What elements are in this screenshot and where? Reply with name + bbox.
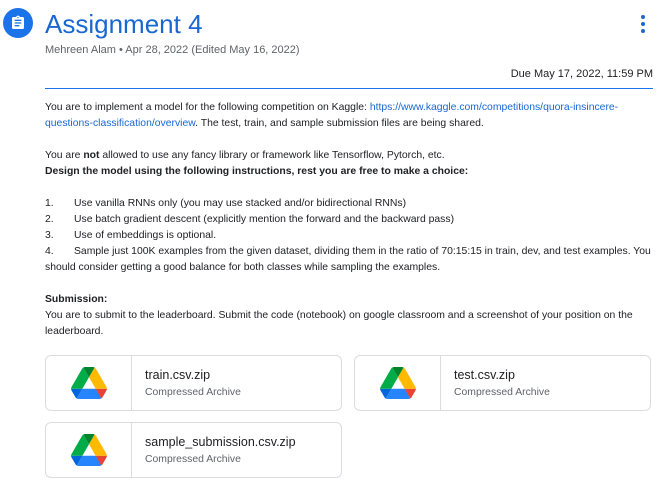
list-item: 1. Use vanilla RNNs only (you may use st…	[45, 198, 407, 209]
design-heading: Design the model using the following ins…	[45, 166, 469, 177]
header-divider	[45, 88, 653, 89]
due-date: Due May 17, 2022, 11:59 PM	[510, 68, 653, 80]
page-title: Assignment 4	[45, 9, 203, 39]
list-item: 2. Use batch gradient descent (explicitl…	[45, 214, 455, 225]
list-item: 4. Sample just 100K examples from the giv…	[45, 246, 651, 273]
intro-paragraph: You are to implement a model for the fol…	[45, 102, 619, 129]
google-drive-icon	[379, 367, 416, 399]
restriction-paragraph: You are not allowed to use any fancy lib…	[45, 150, 445, 161]
assignment-icon	[3, 8, 33, 38]
attachment-type: Compressed Archive	[145, 454, 241, 465]
attachment-type: Compressed Archive	[454, 387, 550, 398]
submission-heading: Submission:	[45, 294, 108, 305]
attachment-name: train.csv.zip	[145, 368, 211, 382]
attachment-card[interactable]: train.csv.zip Compressed Archive	[45, 355, 342, 411]
attachment-type: Compressed Archive	[145, 387, 241, 398]
attachment-name: test.csv.zip	[454, 368, 515, 382]
more-options-icon[interactable]	[632, 13, 654, 35]
assignment-description: You are to implement a model for the fol…	[45, 100, 653, 340]
attachment-card[interactable]: sample_submission.csv.zip Compressed Arc…	[45, 422, 342, 478]
google-drive-icon	[70, 434, 107, 466]
clipboard-icon	[12, 15, 24, 29]
google-drive-icon	[70, 367, 107, 399]
submission-paragraph: You are to submit to the leaderboard. Su…	[45, 310, 633, 337]
list-item: 3. Use of embeddings is optional.	[45, 230, 217, 241]
author-meta: Mehreen Alam • Apr 28, 2022 (Edited May …	[45, 44, 300, 56]
attachment-card[interactable]: test.csv.zip Compressed Archive	[354, 355, 651, 411]
attachment-name: sample_submission.csv.zip	[145, 435, 296, 449]
